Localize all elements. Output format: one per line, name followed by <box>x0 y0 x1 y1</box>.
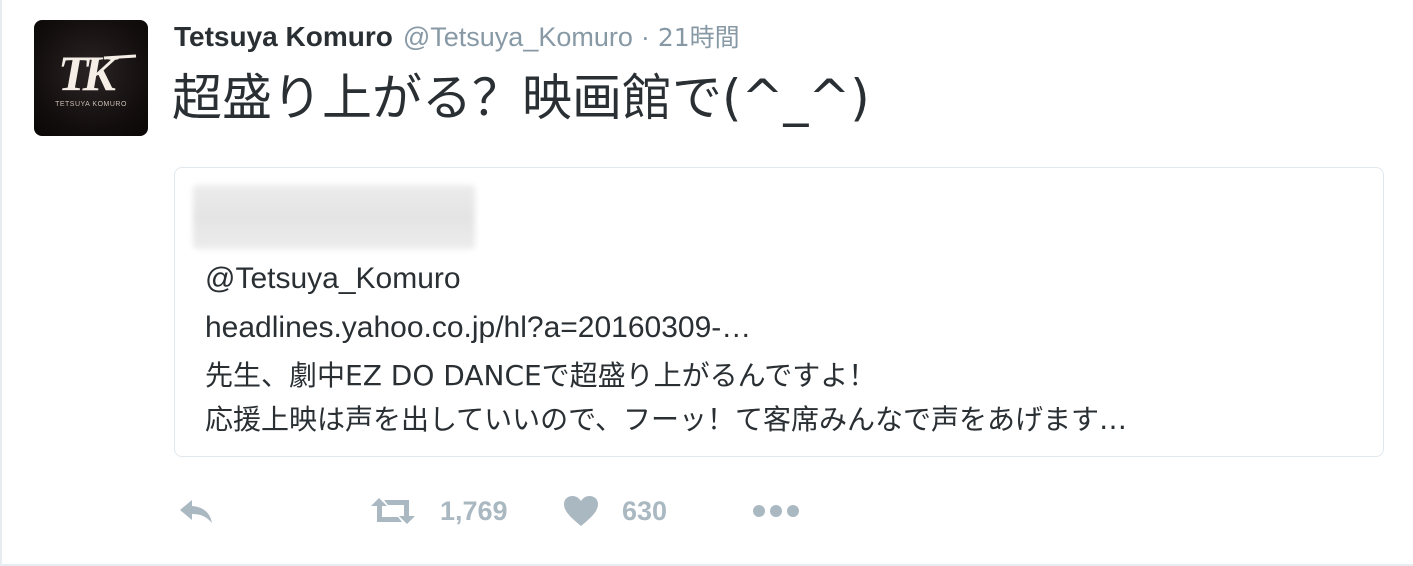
quoted-mention[interactable]: @Tetsuya_Komuro <box>205 262 461 296</box>
author-handle[interactable]: @Tetsuya_Komuro <box>403 22 633 53</box>
more-icon <box>753 505 799 517</box>
heart-icon <box>564 496 598 526</box>
avatar-label: TETSUYA KOMURO <box>55 101 127 108</box>
avatar[interactable]: TK TETSUYA KOMURO <box>34 20 148 136</box>
tweet-text: 超盛り上がる？映画館で(^_^) <box>172 69 870 127</box>
reply-button[interactable] <box>176 484 216 538</box>
retweet-count: 1,769 <box>440 495 508 526</box>
like-count: 630 <box>622 495 668 526</box>
author-name[interactable]: Tetsuya Komuro <box>174 21 393 53</box>
svg-text:TK: TK <box>58 45 120 101</box>
tweet-actions: 1,769 630 <box>172 484 872 538</box>
tweet-timestamp[interactable]: 21時間 <box>658 18 740 54</box>
blurred-author <box>193 185 475 249</box>
quoted-text-line-2: 応援上映は声を出していいので、フーッ！て客席みんなで声をあげます… <box>205 403 1128 436</box>
quoted-text-line-1: 先生、劇中EZ DO DANCEで超盛り上がるんですよ！ <box>205 359 877 392</box>
retweet-icon <box>371 498 415 524</box>
separator-dot: · <box>640 22 650 52</box>
more-button[interactable] <box>752 484 800 538</box>
tk-logo: TK TETSUYA KOMURO <box>55 45 137 108</box>
tweet-card: TK TETSUYA KOMURO Tetsuya Komuro @Tetsuy… <box>0 0 1413 566</box>
retweet-button[interactable]: 1,769 <box>368 484 508 538</box>
quoted-link[interactable]: headlines.yahoo.co.jp/hl?a=20160309-… <box>205 311 751 345</box>
like-button[interactable]: 630 <box>562 484 667 538</box>
quoted-tweet[interactable]: @Tetsuya_Komuro headlines.yahoo.co.jp/hl… <box>174 167 1384 457</box>
tweet-header: Tetsuya Komuro @Tetsuya_Komuro · 21時間 <box>174 18 740 58</box>
reply-icon <box>180 500 212 523</box>
